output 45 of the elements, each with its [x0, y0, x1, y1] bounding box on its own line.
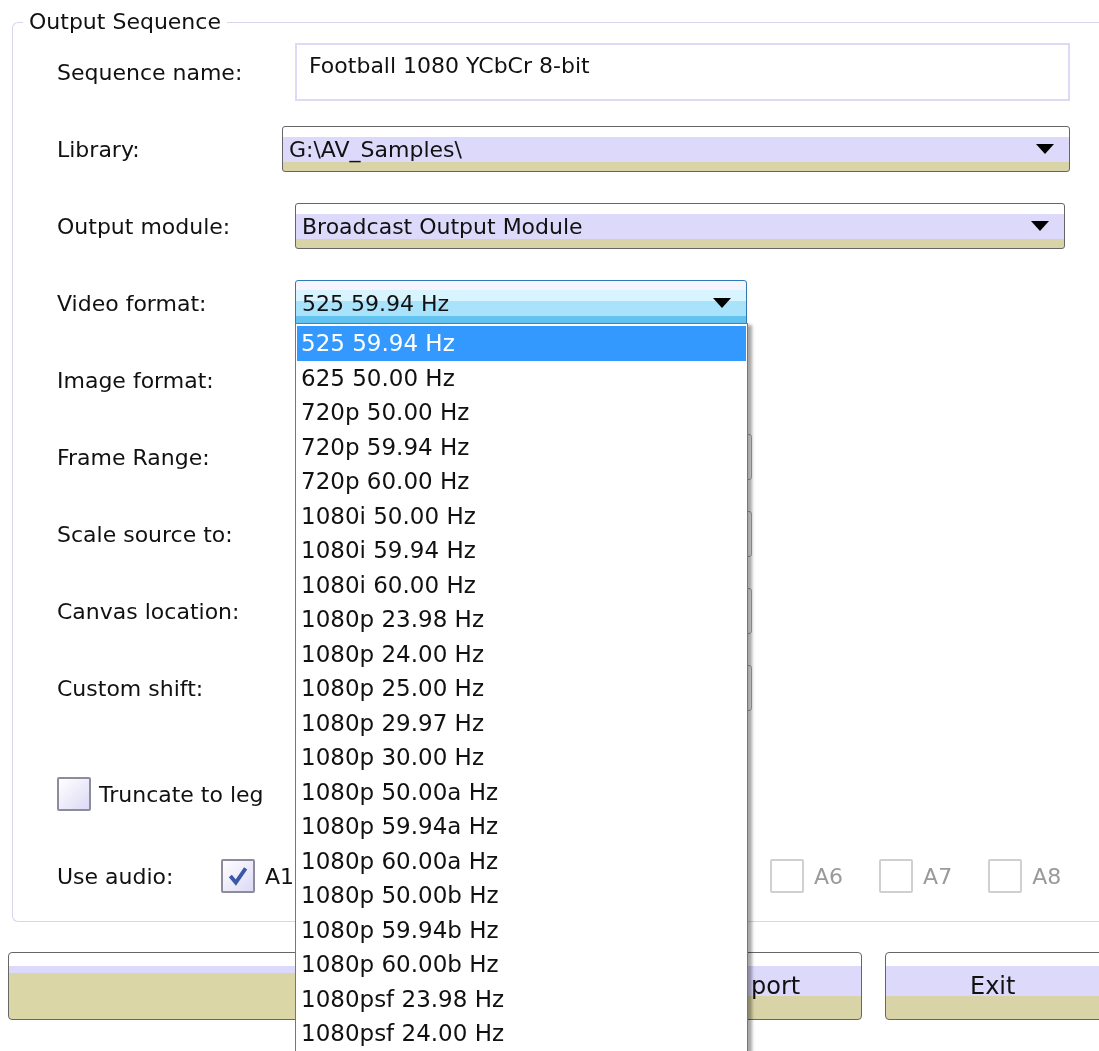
checkbox-label: A6: [814, 863, 844, 889]
dropdown-option[interactable]: 720p 50.00 Hz: [297, 395, 746, 430]
dropdown-option[interactable]: 1080p 50.00a Hz: [297, 774, 746, 809]
dropdown-field[interactable]: 525 59.94 Hz: [295, 280, 747, 326]
checkbox-label: A8: [1032, 863, 1062, 889]
dropdown-option[interactable]: 1080psf 24.00 Hz: [297, 1016, 746, 1051]
dropdown-option[interactable]: 720p 59.94 Hz: [297, 429, 746, 464]
dropdown-option[interactable]: 1080p 25.00 Hz: [297, 671, 746, 706]
dropdown-option[interactable]: 1080p 59.94a Hz: [297, 809, 746, 844]
dropdown-field[interactable]: G:\AV_Samples\: [282, 126, 1070, 172]
field-label: Custom shift:: [57, 674, 205, 703]
caret-icon: [712, 297, 732, 309]
dropdown-option[interactable]: 1080p 29.97 Hz: [297, 705, 746, 740]
field-label: Frame Range:: [57, 443, 211, 472]
dropdown-option[interactable]: 1080i 60.00 Hz: [297, 567, 746, 602]
dropdown-option[interactable]: 1080p 60.00a Hz: [297, 843, 746, 878]
dropdown-option[interactable]: 1080p 23.98 Hz: [297, 602, 746, 637]
checkbox-label: Truncate to leg: [99, 781, 264, 807]
dropdown-option[interactable]: 1080p 60.00b Hz: [297, 947, 746, 982]
dropdown-option[interactable]: 1080i 59.94 Hz: [297, 533, 746, 568]
field-label: Library:: [57, 135, 141, 164]
button[interactable]: Exit: [885, 952, 1099, 1020]
checkbox-label: A7: [923, 863, 953, 889]
dropdown-option[interactable]: 1080p 24.00 Hz: [297, 636, 746, 671]
dropdown-option[interactable]: 1080p 30.00 Hz: [297, 740, 746, 775]
caret-icon: [1035, 143, 1055, 155]
checkbox-label: A1: [265, 863, 295, 889]
field-label: Use audio:: [57, 863, 175, 889]
checkbox[interactable]: [57, 777, 91, 811]
checkbox[interactable]: [221, 859, 255, 893]
dropdown-option[interactable]: 1080p 59.94b Hz: [297, 912, 746, 947]
field-label: Image format:: [57, 366, 215, 395]
caret-icon: [1030, 220, 1050, 232]
dropdown-field[interactable]: Broadcast Output Module: [295, 203, 1065, 249]
dropdown-option[interactable]: 625 50.00 Hz: [297, 360, 746, 395]
dropdown-option[interactable]: 1080i 50.00 Hz: [297, 498, 746, 533]
field-label: Sequence name:: [57, 58, 244, 87]
field-label: Video format:: [57, 289, 208, 318]
field-label: Output module:: [57, 212, 232, 241]
field-label: Canvas location:: [57, 597, 241, 626]
field-label: Scale source to:: [57, 520, 234, 549]
input-field[interactable]: Football 1080 YCbCr 8-bit: [295, 43, 1070, 101]
dropdown-option[interactable]: 1080p 50.00b Hz: [297, 878, 746, 913]
dropdown-option[interactable]: 720p 60.00 Hz: [297, 464, 746, 499]
dropdown-option[interactable]: 1080psf 23.98 Hz: [297, 981, 746, 1016]
